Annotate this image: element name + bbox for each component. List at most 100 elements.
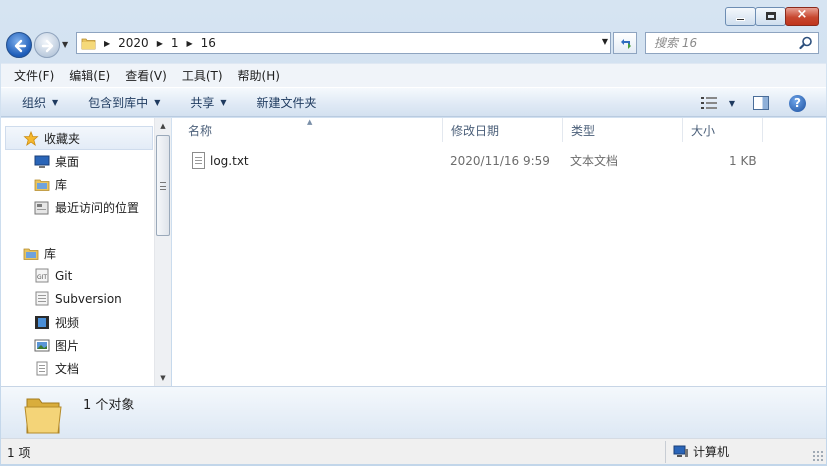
library-folder-icon <box>23 248 39 260</box>
close-button[interactable]: × <box>785 7 819 26</box>
navigation-pane: 收藏夹 桌面 库 最近访问的位置 库 GIT Git Subversion 视频… <box>1 118 171 386</box>
refresh-icon <box>621 39 631 49</box>
organize-label: 组织 <box>22 95 47 110</box>
maximize-icon <box>766 12 776 20</box>
resize-grip-icon[interactable] <box>812 450 824 462</box>
nav-pictures-label: 图片 <box>55 339 80 353</box>
nav-git[interactable]: GIT Git <box>34 268 72 283</box>
nav-favorites[interactable]: 收藏夹 <box>5 126 153 150</box>
nav-pictures[interactable]: 图片 <box>34 337 79 354</box>
file-row[interactable]: log.txt 2020/11/16 9:59 文本文档 1 KB <box>188 150 818 172</box>
nav-documents-label: 文档 <box>55 362 80 376</box>
text-file-icon <box>192 152 205 169</box>
back-button[interactable] <box>6 32 32 58</box>
search-input[interactable] <box>646 33 786 53</box>
library-folder-icon <box>34 179 50 191</box>
breadcrumb-16[interactable]: 16 <box>201 36 216 50</box>
caption-buttons: × <box>725 7 819 26</box>
new-folder-button[interactable]: 新建文件夹 <box>257 94 317 111</box>
video-icon <box>35 316 49 329</box>
new-folder-label: 新建文件夹 <box>256 95 317 110</box>
include-library-label: 包含到库中 <box>88 95 149 110</box>
scroll-thumb[interactable] <box>156 135 170 236</box>
status-bar: 1 项 计算机 <box>1 438 826 464</box>
nav-subversion[interactable]: Subversion <box>34 291 122 306</box>
minimize-button[interactable] <box>725 7 756 26</box>
nav-desktop-label: 桌面 <box>55 155 80 169</box>
nav-libraries[interactable]: 库 <box>23 245 56 262</box>
grip-icon <box>160 182 166 190</box>
search-icon[interactable] <box>799 36 813 50</box>
status-location: 计算机 <box>673 443 729 460</box>
nav-recent-places[interactable]: 最近访问的位置 <box>34 199 139 216</box>
selection-summary: 1 个对象 <box>83 398 135 413</box>
nav-recent-places-label: 最近访问的位置 <box>55 201 140 215</box>
address-bar[interactable]: ▶ 2020 ▶ 1 ▶ 16 ▼ <box>76 32 611 54</box>
chevron-right-icon[interactable]: ▶ <box>187 39 193 48</box>
explorer-window: × ▼ ▶ 2020 ▶ 1 ▶ 16 ▼ 搜索 16 文件(F) 编辑(E) … <box>0 0 827 466</box>
view-controls: ▼ ? <box>700 88 826 118</box>
close-icon: × <box>796 7 808 22</box>
scroll-up-icon[interactable]: ▲ <box>155 118 171 134</box>
column-modified[interactable]: 修改日期 <box>443 118 563 142</box>
file-list-pane: ▲ 名称 修改日期 类型 大小 log.txt 2020/11/16 9:59 … <box>172 118 826 386</box>
column-size[interactable]: 大小 <box>683 118 763 142</box>
chevron-down-icon: ▼ <box>52 97 59 107</box>
address-dropdown-icon[interactable]: ▼ <box>602 37 608 46</box>
preview-pane-icon[interactable] <box>753 96 769 110</box>
nav-scrollbar[interactable]: ▲ ▼ <box>154 118 171 386</box>
menu-help[interactable]: 帮助(H) <box>238 67 280 84</box>
nav-subversion-label: Subversion <box>55 291 122 306</box>
recent-places-icon <box>34 201 49 215</box>
breadcrumb-2020[interactable]: 2020 <box>118 36 149 50</box>
share-label: 共享 <box>190 95 215 110</box>
nav-libraries-label: 库 <box>44 247 57 261</box>
help-icon[interactable]: ? <box>789 94 806 112</box>
scroll-down-icon[interactable]: ▼ <box>155 370 171 386</box>
refresh-button[interactable] <box>613 32 637 54</box>
history-dropdown-icon[interactable]: ▼ <box>62 40 72 50</box>
view-details-icon[interactable] <box>700 97 717 109</box>
breadcrumb-1[interactable]: 1 <box>171 36 179 50</box>
menu-file[interactable]: 文件(F) <box>14 67 54 84</box>
status-divider <box>665 441 666 463</box>
git-library-icon: GIT <box>35 268 49 283</box>
include-in-library-button[interactable]: 包含到库中 ▼ <box>88 94 160 111</box>
share-button[interactable]: 共享 ▼ <box>190 94 226 111</box>
desktop-icon <box>34 155 50 168</box>
file-modified: 2020/11/16 9:59 <box>450 154 550 168</box>
nav-git-label: Git <box>55 268 73 283</box>
menu-view[interactable]: 查看(V) <box>125 67 167 84</box>
menu-edit[interactable]: 编辑(E) <box>69 67 110 84</box>
column-header: ▲ 名称 修改日期 类型 大小 <box>172 118 826 142</box>
forward-button[interactable] <box>34 32 60 58</box>
menu-tools[interactable]: 工具(T) <box>182 67 223 84</box>
nav-desktop[interactable]: 桌面 <box>34 153 79 170</box>
organize-button[interactable]: 组织 ▼ <box>22 94 58 111</box>
picture-icon <box>34 339 50 352</box>
document-icon <box>36 361 48 376</box>
nav-videos-label: 视频 <box>55 316 80 330</box>
file-name: log.txt <box>210 154 249 168</box>
column-name[interactable]: 名称 <box>180 118 443 142</box>
svg-text:GIT: GIT <box>37 274 47 281</box>
chevron-down-icon: ▼ <box>220 97 227 107</box>
computer-icon <box>673 445 688 457</box>
arrow-right-icon <box>41 39 54 53</box>
chevron-right-icon[interactable]: ▶ <box>104 39 110 48</box>
arrow-left-icon <box>14 39 27 53</box>
nav-videos[interactable]: 视频 <box>34 314 79 331</box>
column-type[interactable]: 类型 <box>563 118 683 142</box>
file-size: 1 KB <box>729 154 757 168</box>
chevron-right-icon[interactable]: ▶ <box>157 39 163 48</box>
star-icon <box>23 130 39 146</box>
maximize-button[interactable] <box>755 7 786 26</box>
file-type: 文本文档 <box>570 154 619 168</box>
folder-large-icon <box>24 398 62 434</box>
view-dropdown-icon[interactable]: ▼ <box>729 99 735 108</box>
command-bar: 组织 ▼ 包含到库中 ▼ 共享 ▼ 新建文件夹 ▼ ? <box>1 87 826 117</box>
status-location-label: 计算机 <box>693 445 730 459</box>
search-box[interactable] <box>645 32 819 54</box>
nav-library-shortcut[interactable]: 库 <box>34 176 67 193</box>
nav-documents[interactable]: 文档 <box>34 360 79 377</box>
